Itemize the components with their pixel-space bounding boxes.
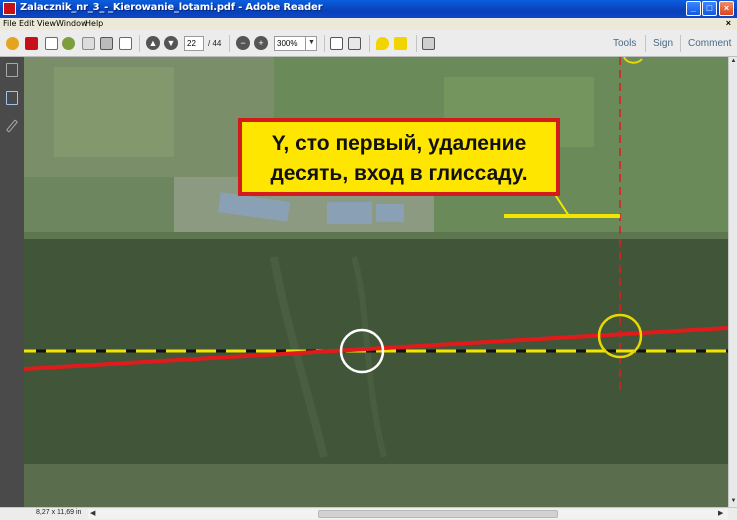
vertical-scrollbar[interactable]: ▲ ▼ [728,57,737,507]
bookmark-icon[interactable] [6,91,18,105]
toolbar-separator [369,35,370,52]
cloud-share-icon[interactable] [62,37,75,50]
highlight-icon[interactable] [394,37,407,50]
menu-edit[interactable]: Edit [19,19,35,28]
open-file-icon[interactable] [6,37,19,50]
scroll-right-icon[interactable]: ▶ [718,509,723,517]
toolbar: ▲ ▼ 22 / 44 − + 300% ▼ Tools Sign Commen… [0,30,737,57]
next-page-icon[interactable]: ▼ [164,36,178,50]
menu-bar: File Edit View Window Help × [0,18,737,30]
adobe-reader-window: Zalacznik_nr_3_-_Kierowanie_lotami.pdf -… [0,0,737,520]
expand-icon[interactable] [422,37,435,50]
close-window-button[interactable]: × [719,1,734,16]
page-size-label: 8,27 x 11,69 in [36,509,82,516]
sign-link[interactable]: Sign [653,38,673,49]
status-bar: 8,27 x 11,69 in ◀ ▶ [0,507,737,520]
scroll-down-icon[interactable]: ▼ [729,497,737,506]
page-number-input[interactable]: 22 [184,36,204,51]
comment-link[interactable]: Comment [688,38,731,49]
navigation-pane [0,57,24,507]
page-thumbnails-icon[interactable] [6,63,18,77]
comment-bubble-icon[interactable] [376,37,389,50]
window-title: Zalacznik_nr_3_-_Kierowanie_lotami.pdf -… [20,2,323,13]
toolbar-separator [324,35,325,52]
email-icon[interactable] [119,37,132,50]
signature-pen-icon[interactable] [5,119,19,133]
full-screen-icon[interactable] [348,37,361,50]
toolbar-separator [416,35,417,52]
callout-text-line1: Y, сто первый, удаление [272,132,527,155]
adobe-reader-app-icon [3,2,16,15]
menu-view[interactable]: View [37,19,56,28]
edit-pdf-icon[interactable] [45,37,58,50]
close-document-button[interactable]: × [726,18,731,28]
tools-link[interactable]: Tools [613,38,636,49]
aerial-map-figure: Y, сто первый, удаление десять, вход в г… [24,57,728,507]
previous-page-icon[interactable]: ▲ [146,36,160,50]
minimize-button[interactable]: _ [686,1,701,16]
toolbar-separator [229,35,230,52]
save-icon[interactable] [82,37,95,50]
zoom-in-icon[interactable]: + [254,36,268,50]
toolbar-separator [680,35,681,52]
scroll-up-icon[interactable]: ▲ [729,57,737,66]
menu-window[interactable]: Window [56,19,88,28]
chevron-down-icon[interactable]: ▼ [305,36,317,51]
create-pdf-icon[interactable] [25,37,38,50]
callout-text-line2: десять, вход в глиссаду. [270,162,527,185]
scroll-left-icon[interactable]: ◀ [90,509,95,517]
maximize-button[interactable]: □ [702,1,717,16]
page-total-label: / 44 [208,39,222,48]
menu-file[interactable]: File [3,19,16,28]
title-bar: Zalacznik_nr_3_-_Kierowanie_lotami.pdf -… [0,0,737,18]
horizontal-scrollbar[interactable]: ◀ ▶ [88,509,728,519]
print-icon[interactable] [100,37,113,50]
zoom-out-icon[interactable]: − [236,36,250,50]
fit-page-icon[interactable] [330,37,343,50]
document-view[interactable]: Y, сто первый, удаление десять, вход в г… [24,57,728,507]
menu-help[interactable]: Help [85,19,103,28]
scrollbar-thumb[interactable] [318,510,558,518]
toolbar-separator [139,35,140,52]
toolbar-separator [645,35,646,52]
